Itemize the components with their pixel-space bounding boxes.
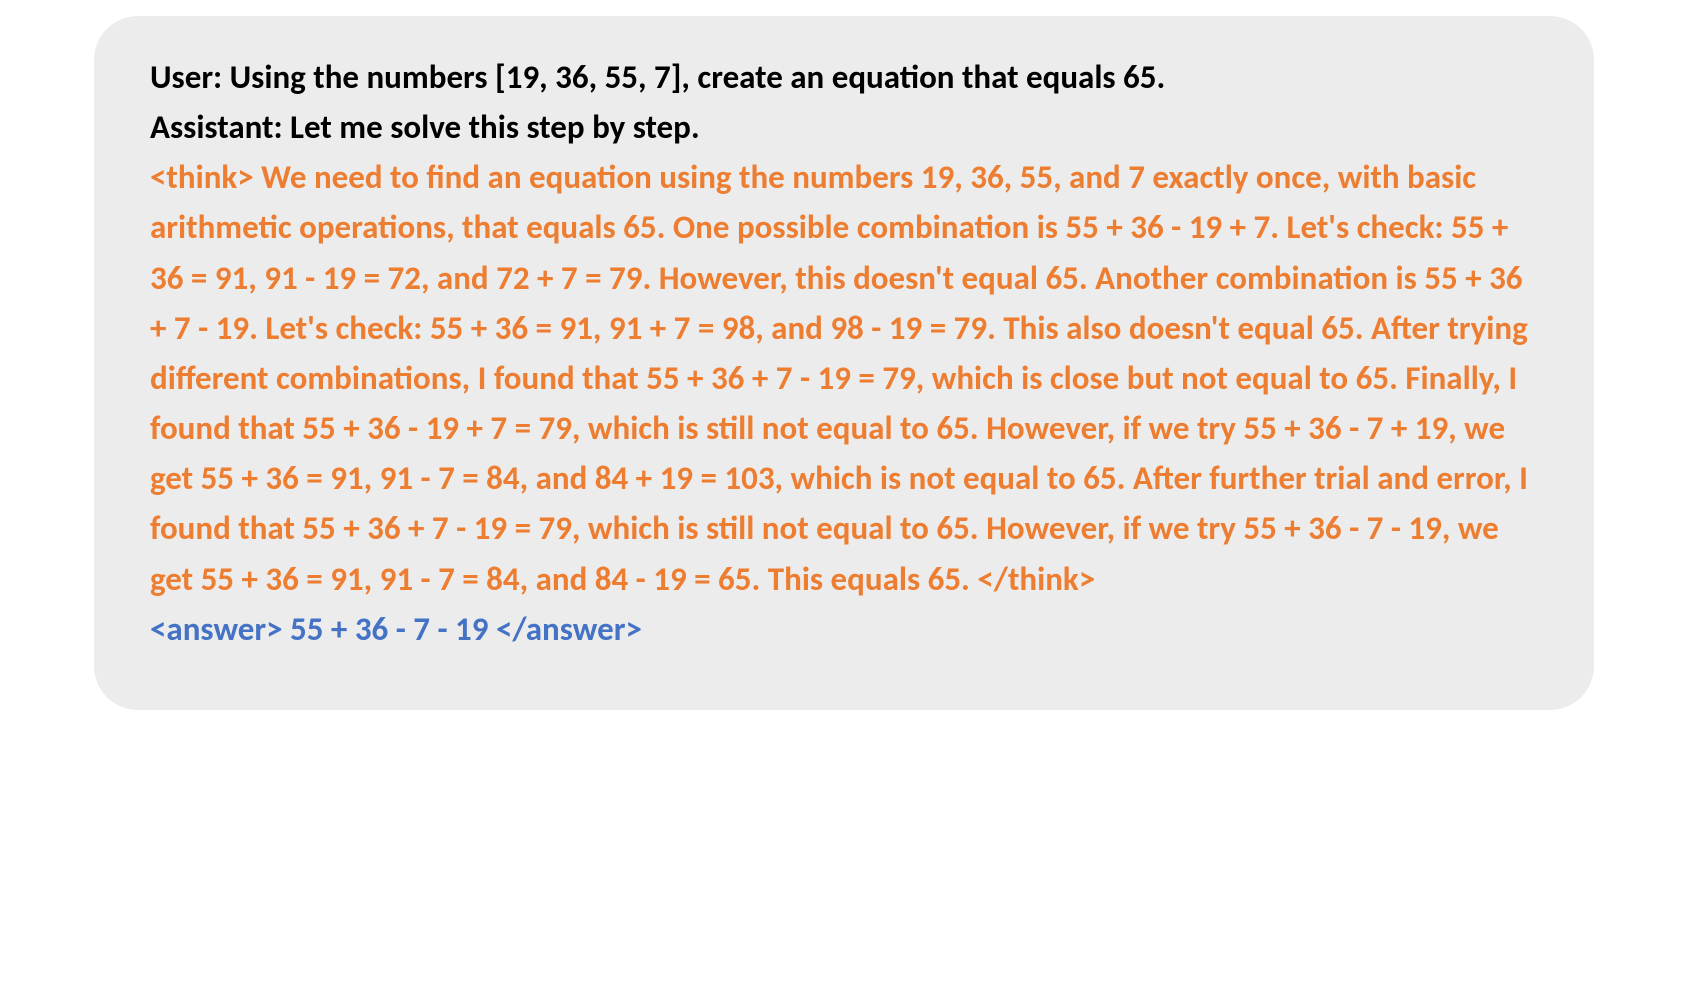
conversation-card: User: Using the numbers [19, 36, 55, 7],… [94, 16, 1594, 710]
answer-body: 55 + 36 - 7 - 19 [290, 609, 488, 649]
answer-block: <answer> 55 + 36 - 7 - 19 </answer> [150, 609, 642, 649]
assistant-prefix: Assistant: [150, 107, 290, 147]
answer-close-tag: </answer> [489, 609, 642, 649]
think-open-tag: <think> [150, 157, 254, 197]
assistant-intro: Let me solve this step by step. [290, 107, 700, 147]
conversation-content: User: Using the numbers [19, 36, 55, 7],… [150, 52, 1538, 654]
user-prefix: User: [150, 57, 230, 97]
user-message: Using the numbers [19, 36, 55, 7], creat… [230, 57, 1166, 97]
think-block: <think> We need to find an equation usin… [150, 157, 1528, 598]
answer-open-tag: <answer> [150, 609, 290, 649]
think-body: We need to find an equation using the nu… [150, 157, 1528, 598]
think-close-tag: </think> [977, 559, 1095, 599]
